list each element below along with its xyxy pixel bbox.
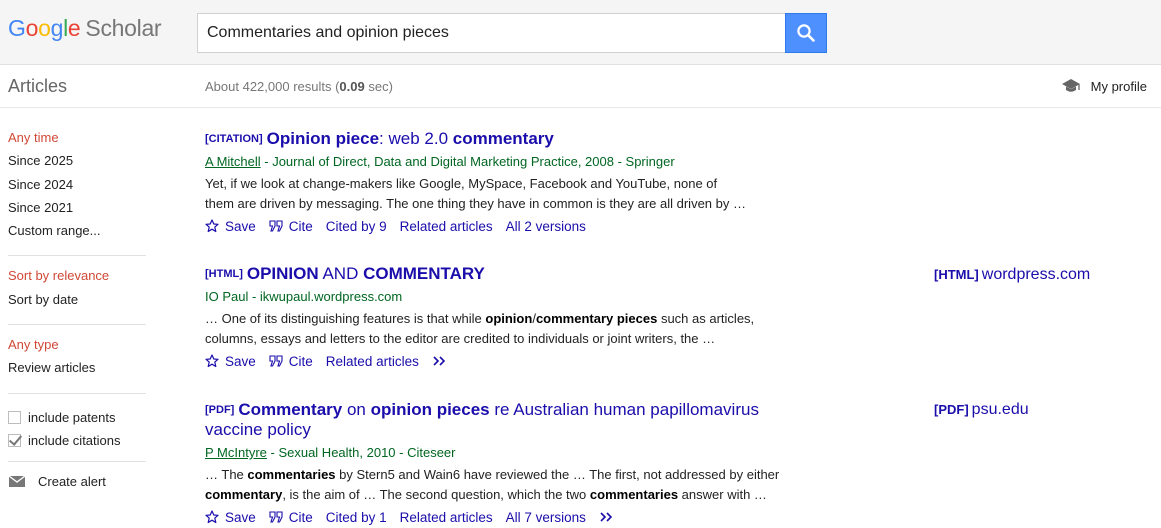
sidebar-divider	[8, 461, 146, 463]
result-type-tag: [PDF]	[205, 404, 235, 416]
section-title: Articles	[8, 76, 68, 96]
filter-sidebar: Any time Since 2025 Since 2024 Since 202…	[8, 130, 146, 489]
all-versions-link[interactable]: All 2 versions	[506, 219, 586, 234]
sidebar-divider	[8, 324, 146, 326]
search-input[interactable]	[198, 14, 786, 52]
save-button[interactable]: Save	[205, 510, 256, 525]
search-result: [PDF] Commentary on opinion pieces re Aus…	[205, 400, 815, 526]
include-patents-checkbox[interactable]	[8, 410, 21, 424]
sidebar-divider	[8, 392, 146, 394]
result-actions: Save Cite Cited by 1 Related articles Al…	[205, 508, 815, 526]
google-scholar-logo[interactable]: Google Scholar	[8, 15, 162, 41]
subheader-bar: Articles About 422,000 results (0.09 sec…	[0, 65, 1161, 108]
sort-by-relevance[interactable]: Sort by relevance	[8, 268, 146, 291]
cited-by-link[interactable]: Cited by 1	[326, 510, 387, 525]
filter-since-2021[interactable]: Since 2021	[8, 200, 146, 223]
side-full-text-link[interactable]: [HTML] wordpress.com	[934, 266, 1090, 284]
star-icon	[205, 510, 219, 524]
related-articles-link[interactable]: Related articles	[400, 510, 493, 525]
result-snippet: Yet, if we look at change-makers like Go…	[205, 176, 746, 211]
filter-since-2024[interactable]: Since 2024	[8, 177, 146, 200]
filter-any-time[interactable]: Any time	[8, 130, 146, 153]
include-patents-option[interactable]: include patents	[8, 406, 146, 429]
search-result: [HTML] OPINION AND COMMENTARY IO Paul - i…	[205, 264, 815, 370]
search-box	[197, 13, 786, 53]
related-articles-link[interactable]: Related articles	[400, 219, 493, 234]
cite-button[interactable]: Cite	[269, 354, 313, 369]
result-authors: IO Paul - ikwupaul.wordpress.com	[205, 289, 403, 304]
header-bar: Google Scholar	[0, 0, 1161, 65]
result-actions: Save Cite Related articles	[205, 352, 815, 370]
graduation-cap-icon	[1061, 79, 1080, 92]
result-authors: A Mitchell - Journal of Direct, Data and…	[205, 154, 675, 169]
result-title[interactable]: [CITATION] Opinion piece: web 2.0 comment…	[205, 129, 815, 149]
all-versions-link[interactable]: All 7 versions	[506, 510, 586, 525]
include-citations-option[interactable]: include citations	[8, 429, 146, 452]
sort-by-date[interactable]: Sort by date	[8, 292, 146, 315]
side-full-text-link[interactable]: [PDF] psu.edu	[934, 401, 1029, 419]
result-snippet: … One of its distinguishing features is …	[205, 311, 755, 346]
result-authors: P McIntyre - Sexual Health, 2010 - Cites…	[205, 445, 456, 460]
result-type-tag: [HTML]	[205, 268, 243, 280]
create-alert-link[interactable]: Create alert	[8, 474, 146, 489]
result-actions: Save Cite Cited by 9 Related articles Al…	[205, 217, 815, 235]
search-button[interactable]	[785, 13, 827, 53]
quote-icon	[269, 355, 283, 367]
quote-icon	[269, 220, 283, 232]
quote-icon	[269, 511, 283, 523]
save-button[interactable]: Save	[205, 219, 256, 234]
result-snippet: … The commentaries by Stern5 and Wain6 h…	[205, 467, 780, 502]
result-title[interactable]: [PDF] Commentary on opinion pieces re Aus…	[205, 400, 815, 440]
filter-custom-range[interactable]: Custom range...	[8, 223, 146, 246]
more-options-button[interactable]	[599, 511, 615, 523]
save-button[interactable]: Save	[205, 354, 256, 369]
star-icon	[205, 354, 219, 368]
envelope-icon	[8, 475, 26, 488]
type-any-type[interactable]: Any type	[8, 337, 146, 360]
search-icon	[797, 24, 815, 42]
double-chevron-icon	[433, 356, 445, 366]
search-result: [CITATION] Opinion piece: web 2.0 comment…	[205, 129, 815, 235]
related-articles-link[interactable]: Related articles	[326, 354, 419, 369]
double-chevron-icon	[600, 512, 613, 522]
star-icon	[205, 219, 219, 233]
result-type-tag: [CITATION]	[205, 133, 263, 145]
author-link[interactable]: P McIntyre	[205, 445, 267, 460]
cite-button[interactable]: Cite	[269, 510, 313, 525]
type-review-articles[interactable]: Review articles	[8, 360, 146, 383]
cited-by-link[interactable]: Cited by 9	[326, 219, 387, 234]
more-options-button[interactable]	[432, 355, 448, 367]
filter-since-2025[interactable]: Since 2025	[8, 153, 146, 176]
include-citations-checkbox[interactable]	[8, 434, 21, 448]
result-title[interactable]: [HTML] OPINION AND COMMENTARY	[205, 264, 815, 284]
results-count: About 422,000 results (0.09 sec)	[205, 79, 393, 94]
author-link[interactable]: A Mitchell	[205, 154, 261, 169]
cite-button[interactable]: Cite	[269, 219, 313, 234]
sidebar-divider	[8, 255, 146, 257]
my-profile-link[interactable]: My profile	[1061, 77, 1147, 95]
